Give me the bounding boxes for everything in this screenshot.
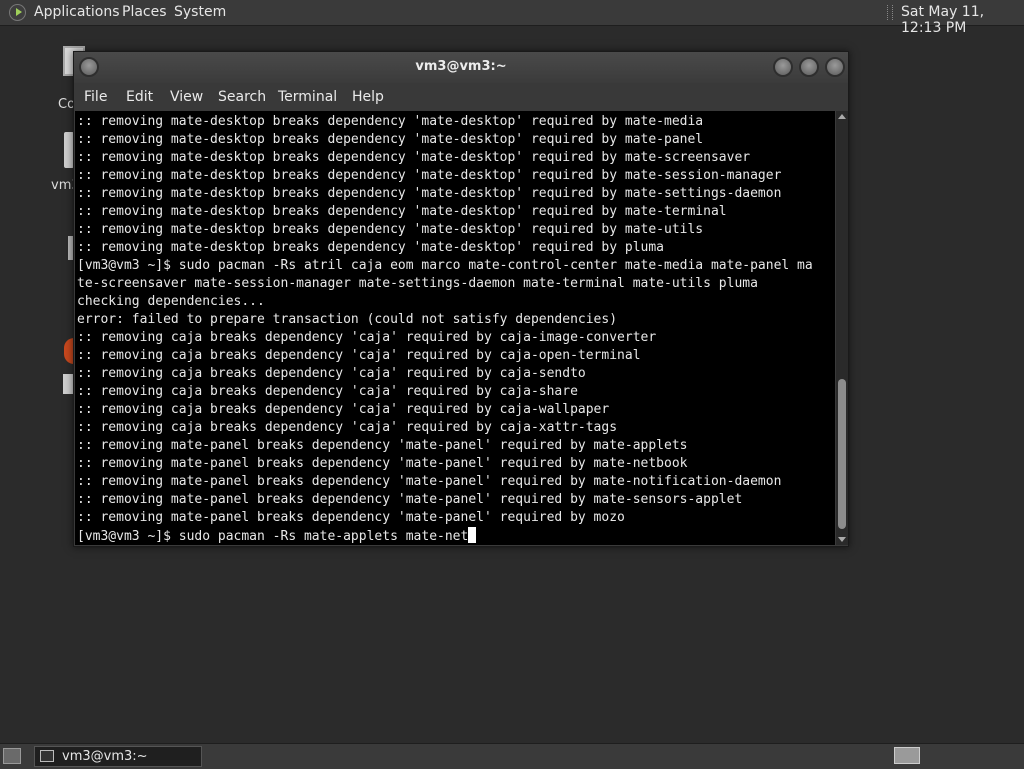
menu-search[interactable]: Search bbox=[218, 89, 266, 105]
terminal-line: :: removing mate-desktop breaks dependen… bbox=[77, 168, 782, 183]
clock[interactable]: Sat May 11, 12:13 PM bbox=[901, 4, 1024, 36]
places-menu[interactable]: Places bbox=[122, 4, 167, 20]
terminal-line: :: removing mate-panel breaks dependency… bbox=[77, 510, 625, 525]
terminal-menubar: File Edit View Search Terminal Help bbox=[74, 83, 848, 111]
menu-terminal[interactable]: Terminal bbox=[278, 89, 337, 105]
scrollbar-thumb[interactable] bbox=[838, 379, 846, 529]
terminal-line: checking dependencies... bbox=[77, 294, 265, 309]
terminal-window: vm3@vm3:~ File Edit View Search Terminal… bbox=[73, 51, 849, 547]
terminal-line: :: removing mate-panel breaks dependency… bbox=[77, 456, 688, 471]
terminal-line: :: removing caja breaks dependency 'caja… bbox=[77, 402, 610, 417]
terminal-line: :: removing mate-panel breaks dependency… bbox=[77, 438, 688, 453]
panel-separator bbox=[887, 5, 893, 20]
terminal-line: te-screensaver mate-session-manager mate… bbox=[77, 276, 758, 291]
terminal-line: :: removing mate-desktop breaks dependen… bbox=[77, 204, 727, 219]
terminal-line: :: removing mate-desktop breaks dependen… bbox=[77, 186, 782, 201]
terminal-line: :: removing mate-desktop breaks dependen… bbox=[77, 114, 704, 129]
distribution-logo-icon[interactable] bbox=[9, 4, 26, 21]
terminal-line: :: removing mate-panel breaks dependency… bbox=[77, 474, 782, 489]
terminal-line: :: removing caja breaks dependency 'caja… bbox=[77, 348, 641, 363]
taskbar-label: vm3@vm3:~ bbox=[62, 749, 148, 764]
terminal-output[interactable]: :: removing mate-desktop breaks dependen… bbox=[75, 111, 835, 545]
bottom-panel: vm3@vm3:~ bbox=[0, 743, 1024, 769]
terminal-scrollbar[interactable] bbox=[836, 111, 848, 545]
scroll-up-arrow-icon[interactable] bbox=[838, 114, 846, 119]
applications-menu[interactable]: Applications bbox=[34, 4, 120, 20]
scroll-down-arrow-icon[interactable] bbox=[838, 537, 846, 542]
window-title: vm3@vm3:~ bbox=[415, 59, 507, 74]
terminal-line: :: removing caja breaks dependency 'caja… bbox=[77, 330, 657, 345]
terminal-prompt-line[interactable]: [vm3@vm3 ~]$ sudo pacman -Rs mate-applet… bbox=[77, 529, 468, 544]
terminal-line: [vm3@vm3 ~]$ sudo pacman -Rs atril caja … bbox=[77, 258, 813, 273]
maximize-button[interactable] bbox=[799, 57, 819, 77]
terminal-line: :: removing mate-panel breaks dependency… bbox=[77, 492, 743, 507]
terminal-line: error: failed to prepare transaction (co… bbox=[77, 312, 618, 327]
terminal-text: :: removing mate-desktop breaks dependen… bbox=[75, 111, 835, 545]
close-button[interactable] bbox=[825, 57, 845, 77]
terminal-line: :: removing mate-desktop breaks dependen… bbox=[77, 150, 751, 165]
menu-file[interactable]: File bbox=[84, 89, 107, 105]
terminal-line: :: removing mate-desktop breaks dependen… bbox=[77, 132, 704, 147]
terminal-line: :: removing mate-desktop breaks dependen… bbox=[77, 240, 664, 255]
terminal-icon bbox=[40, 750, 54, 762]
workspace-switcher[interactable] bbox=[894, 747, 920, 764]
terminal-line: :: removing caja breaks dependency 'caja… bbox=[77, 384, 578, 399]
minimize-button[interactable] bbox=[773, 57, 793, 77]
system-menu[interactable]: System bbox=[174, 4, 226, 20]
window-titlebar[interactable]: vm3@vm3:~ bbox=[74, 52, 848, 83]
text-cursor bbox=[468, 527, 477, 543]
menu-help[interactable]: Help bbox=[352, 89, 384, 105]
menu-view[interactable]: View bbox=[170, 89, 203, 105]
terminal-line: :: removing caja breaks dependency 'caja… bbox=[77, 420, 618, 435]
top-panel: Applications Places System Sat May 11, 1… bbox=[0, 0, 1024, 36]
menu-edit[interactable]: Edit bbox=[126, 89, 153, 105]
terminal-line: :: removing mate-desktop breaks dependen… bbox=[77, 222, 704, 237]
terminal-line: :: removing caja breaks dependency 'caja… bbox=[77, 366, 586, 381]
show-desktop-icon[interactable] bbox=[3, 748, 21, 764]
taskbar-button-terminal[interactable]: vm3@vm3:~ bbox=[34, 746, 202, 767]
